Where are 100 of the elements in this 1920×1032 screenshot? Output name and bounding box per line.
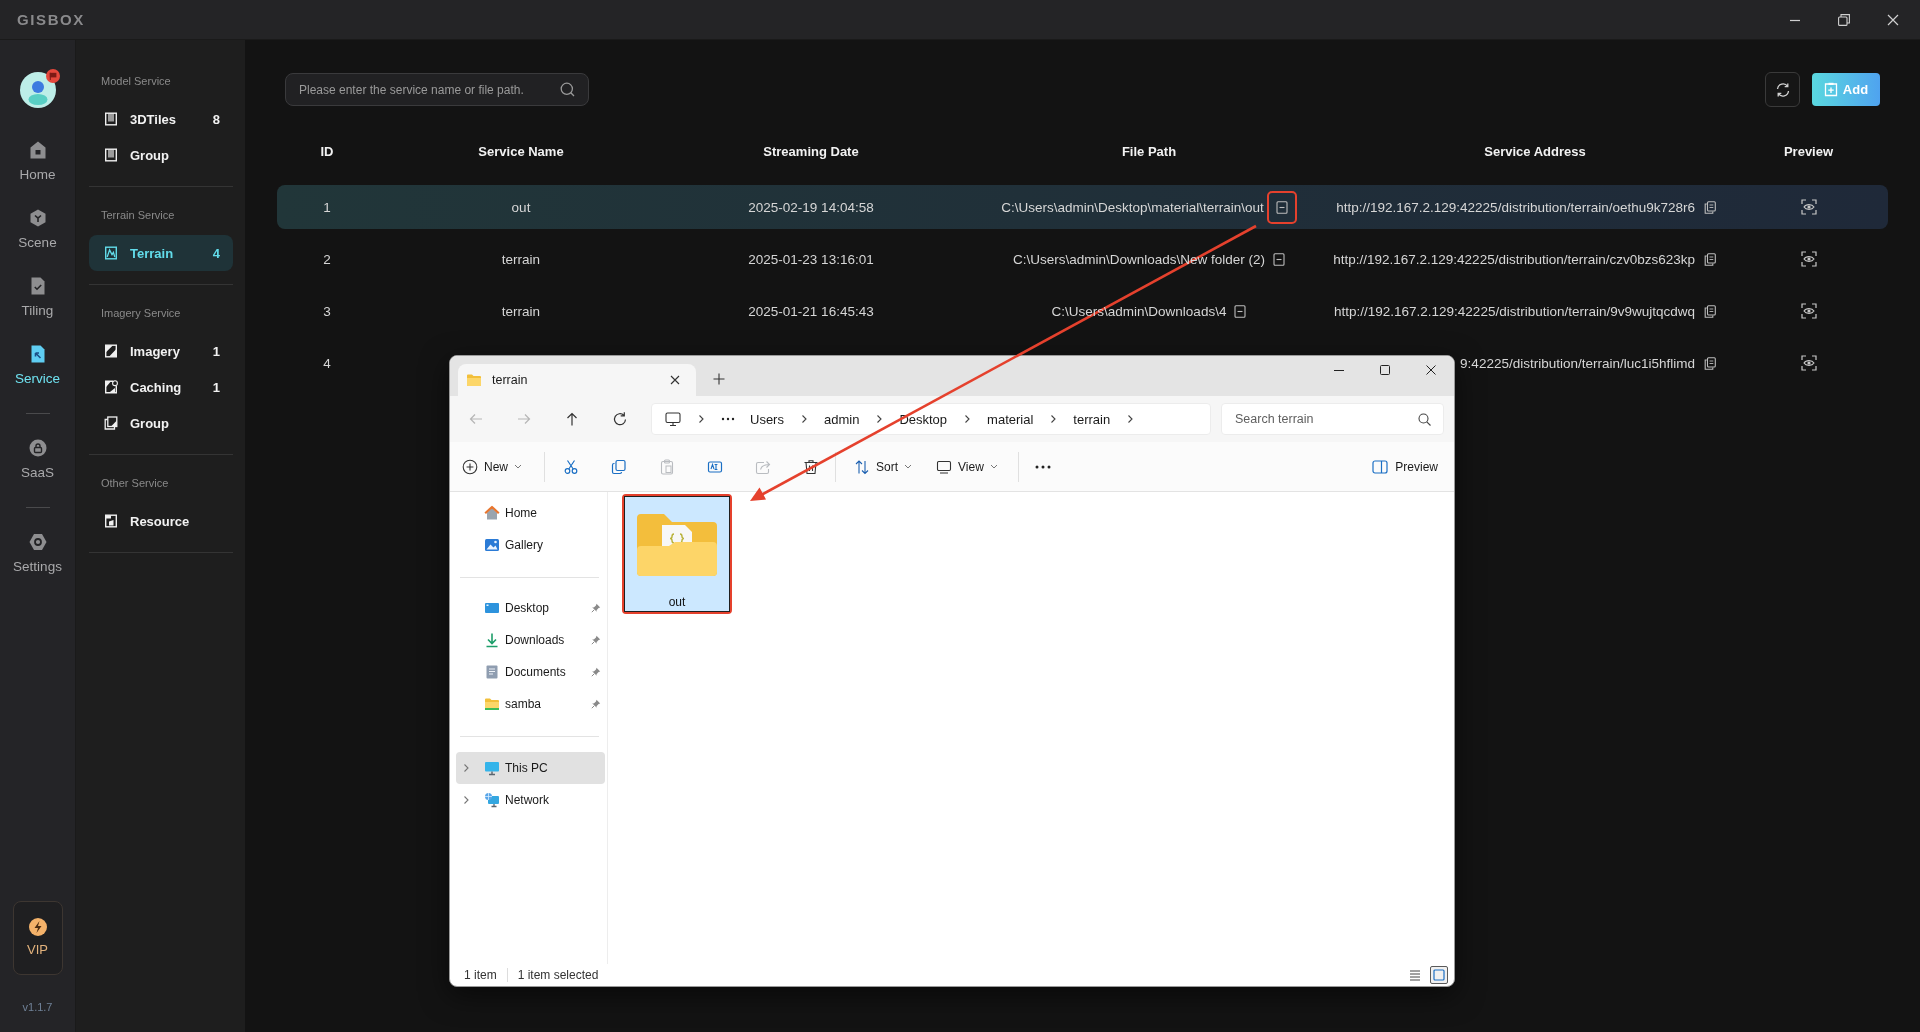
breadcrumb-item[interactable]: admin: [823, 411, 860, 427]
folder-icon: [466, 373, 482, 387]
vip-button[interactable]: VIP: [12, 901, 63, 975]
eye-icon[interactable]: [1800, 199, 1817, 215]
service-address-cell: http://192.167.2.129:42225/distribution/terrain/9v9wujtqcdwq: [1334, 303, 1695, 319]
breadcrumb-item[interactable]: material: [987, 411, 1034, 427]
nav-pane-item[interactable]: Desktop: [456, 592, 605, 624]
add-document-icon: [1823, 82, 1838, 97]
app-logo: GISBOX: [17, 11, 85, 28]
service-name-cell: terrain: [501, 251, 541, 267]
nav-rail-item[interactable]: Home: [0, 136, 75, 204]
service-menu-item[interactable]: 3DTiles 8: [89, 101, 233, 137]
service-menu-item[interactable]: Group: [89, 137, 233, 173]
square-icon[interactable]: [1430, 966, 1448, 984]
caret-down-icon: [514, 464, 522, 469]
search-icon: [1418, 412, 1431, 426]
service-address-cell: http://192.167.2.129:42225/distribution/terrain/oethu9k728r6: [1336, 199, 1695, 215]
close-icon[interactable]: [1426, 365, 1436, 375]
preview-pane-button[interactable]: Preview: [1372, 451, 1438, 482]
nav-rail-item[interactable]: Scene: [0, 204, 75, 272]
column-header: Service Name: [478, 143, 564, 159]
nav-rail-item[interactable]: Service: [0, 340, 75, 408]
text-cursor-icon[interactable]: [707, 458, 723, 475]
chevron-right-icon[interactable]: [461, 763, 471, 773]
search-field[interactable]: Search terrain: [1221, 403, 1444, 435]
document-icon[interactable]: [1273, 252, 1286, 266]
nav-pane-item[interactable]: This PC: [456, 752, 605, 784]
refresh-button[interactable]: [1765, 72, 1800, 107]
date-cell: 2025-01-21 16:45:43: [748, 303, 874, 319]
selected-table-row[interactable]: 1 out 2025-02-19 14:04:58 C:\Users\admin\Desktop\material\terrain\out http://192.167.2.129:42225/distribution/terrain/oethu9k728r6: [277, 185, 1888, 229]
nav-pane-item[interactable]: Downloads: [456, 624, 605, 656]
network-monitor-icon: [484, 792, 500, 808]
address-bar[interactable]: Users admin Desktop material terrain: [651, 403, 1211, 435]
search-field[interactable]: Please enter the service name or file path.: [285, 73, 589, 106]
section-title: Terrain Service: [100, 208, 176, 223]
restore-icon[interactable]: [1838, 13, 1850, 26]
breadcrumb-item[interactable]: terrain: [1073, 411, 1111, 427]
scissors-icon[interactable]: [563, 458, 579, 475]
more-icon[interactable]: [721, 417, 735, 421]
caret-down-icon: [904, 464, 913, 469]
sort-menu-button[interactable]: Sort: [848, 451, 919, 482]
nav-pane-item[interactable]: Network: [456, 784, 605, 816]
monitor-icon[interactable]: [665, 411, 681, 427]
close-icon[interactable]: [670, 375, 680, 385]
id-cell: 1: [323, 199, 331, 215]
nav-rail-item[interactable]: Tiling: [0, 272, 75, 340]
service-menu-item[interactable]: Terrain 4: [89, 235, 233, 271]
download-icon: [484, 632, 500, 648]
caret-down-icon: [989, 464, 998, 469]
date-cell: 2025-01-23 13:16:01: [748, 251, 874, 267]
view-menu-button[interactable]: View: [930, 451, 1004, 482]
house-icon: [484, 505, 500, 521]
nav-pane-item[interactable]: Home: [456, 497, 605, 529]
service-menu-item[interactable]: Caching 1: [89, 369, 233, 405]
nav-rail-item[interactable]: Settings: [0, 528, 75, 596]
more-icon[interactable]: [1034, 464, 1051, 469]
chevron-right-icon: [696, 414, 706, 424]
up-arrow-icon[interactable]: [564, 411, 580, 427]
breadcrumb-item[interactable]: Desktop: [899, 411, 948, 427]
document-icon[interactable]: [1275, 200, 1288, 214]
plus-icon[interactable]: [713, 373, 725, 385]
screen-icon: [936, 458, 953, 475]
columns-icon: [104, 148, 118, 162]
service-menu-item[interactable]: Imagery 1: [89, 333, 233, 369]
mountain-icon: [104, 246, 118, 260]
columns-icon: [104, 112, 118, 126]
nav-pane-item[interactable]: Gallery: [456, 529, 605, 561]
status-text: 1 item selected: [517, 968, 599, 982]
id-cell: 4: [323, 355, 331, 371]
nav-pane-item[interactable]: Documents: [456, 656, 605, 688]
nav-pane-item[interactable]: samba: [456, 688, 605, 720]
date-cell: 2025-02-19 14:04:58: [748, 199, 874, 215]
maximize-icon[interactable]: [1380, 365, 1390, 375]
copy-icon[interactable]: [1704, 252, 1716, 266]
section-title: Other Service: [100, 476, 170, 491]
image-icon: [104, 344, 118, 358]
id-cell: 3: [323, 303, 331, 319]
refresh-icon[interactable]: [612, 411, 628, 427]
copy-icon[interactable]: [1704, 304, 1716, 318]
service-menu-item[interactable]: Group: [89, 405, 233, 441]
copy-icon[interactable]: [1704, 356, 1716, 370]
service-menu-item[interactable]: Resource: [89, 503, 233, 539]
eye-icon[interactable]: [1800, 251, 1817, 267]
nav-rail-item[interactable]: SaaS: [0, 434, 75, 502]
trash-icon[interactable]: [803, 458, 819, 475]
lock-icon: [27, 438, 48, 458]
service-name-cell: terrain: [501, 303, 541, 319]
folder-item[interactable]: out: [624, 496, 730, 612]
eye-icon[interactable]: [1800, 303, 1817, 319]
copy-icon[interactable]: [1704, 200, 1716, 214]
breadcrumb-item[interactable]: Users: [750, 411, 784, 427]
explorer-tab[interactable]: terrain: [458, 364, 696, 396]
service-address-cell: http://192.167.2.129:42225/distribution/terrain/czv0bzs623kp: [1333, 251, 1695, 267]
chevron-right-icon[interactable]: [461, 795, 471, 805]
document-icon[interactable]: [1234, 304, 1247, 318]
section-title: Imagery Service: [100, 306, 182, 321]
column-header: ID: [320, 143, 334, 159]
new-menu-button[interactable]: New: [456, 451, 528, 482]
eye-icon[interactable]: [1800, 355, 1817, 371]
copy-icon[interactable]: [611, 458, 627, 475]
